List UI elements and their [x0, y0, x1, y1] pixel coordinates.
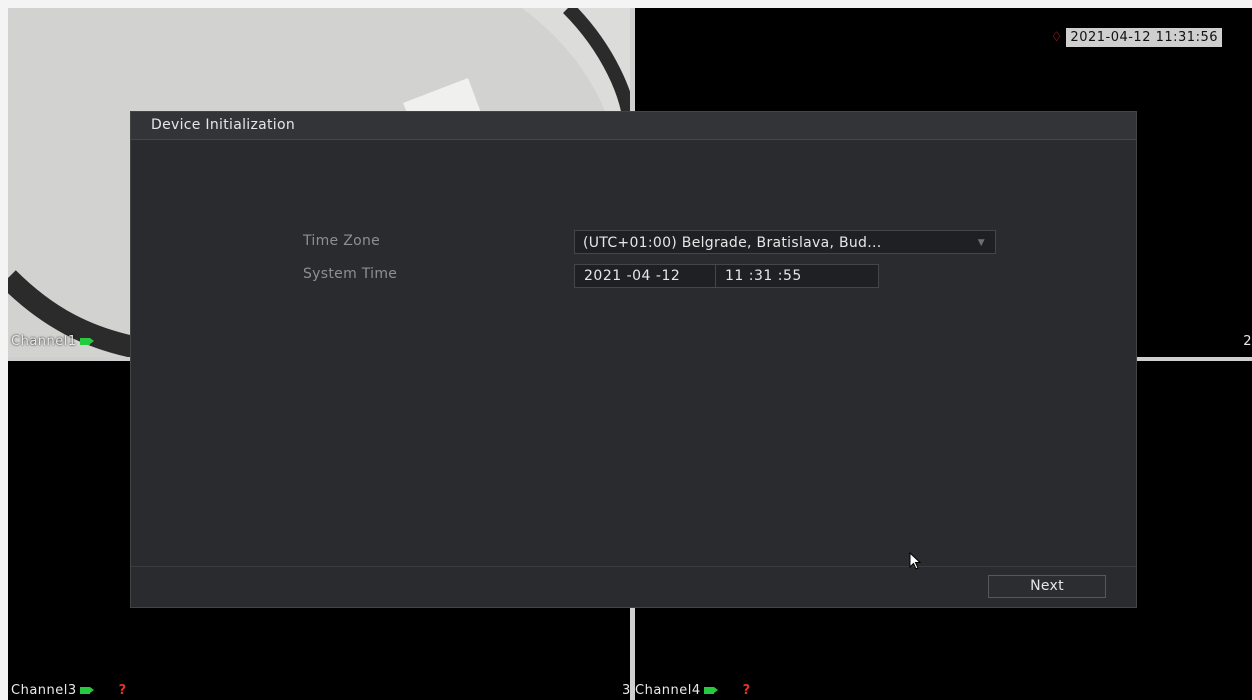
channel2-number-text: 2 — [1243, 334, 1252, 349]
camera-recording-icon — [703, 687, 718, 694]
osd-timestamp: ♢ 2021-04-12 11:31:56 — [1051, 28, 1222, 47]
device-initialization-dialog: Device Initialization Time Zone (UTC+01:… — [131, 112, 1136, 607]
system-time-label: System Time — [303, 266, 398, 282]
channel1-label: Channel1 — [11, 334, 94, 349]
time-zone-select[interactable]: (UTC+01:00) Belgrade, Bratislava, Bud...… — [574, 230, 996, 254]
timestamp-text: 2021-04-12 11:31:56 — [1066, 28, 1222, 47]
system-time-field[interactable]: 2021 -04 -12 11 :31 :55 — [574, 264, 879, 288]
channel2-number: 2 — [1243, 334, 1252, 349]
mouse-cursor-icon — [909, 552, 922, 570]
dialog-title: Device Initialization — [131, 112, 1136, 140]
camera-recording-icon — [79, 338, 94, 345]
time-field[interactable]: 11 :31 :55 — [725, 265, 802, 287]
bell-icon: ♢ — [1050, 30, 1063, 45]
date-field[interactable]: 2021 -04 -12 — [584, 265, 680, 287]
camera-recording-icon — [79, 687, 94, 694]
field-separator — [715, 265, 716, 287]
time-zone-value: (UTC+01:00) Belgrade, Bratislava, Bud... — [583, 235, 882, 251]
footer-divider — [131, 566, 1136, 567]
next-button[interactable]: Next — [988, 575, 1106, 598]
channel1-name: Channel1 — [11, 334, 77, 349]
channel3-name: Channel3 — [11, 683, 77, 698]
channel4-name: Channel4 — [635, 683, 701, 698]
video-loss-icon: ? — [118, 683, 127, 698]
channel3-label: Channel3 ? — [11, 683, 127, 698]
channel4-label: Channel4 ? — [635, 683, 751, 698]
chevron-down-icon: ▼ — [977, 238, 985, 248]
video-loss-icon: ? — [742, 683, 751, 698]
time-zone-label: Time Zone — [303, 233, 381, 249]
